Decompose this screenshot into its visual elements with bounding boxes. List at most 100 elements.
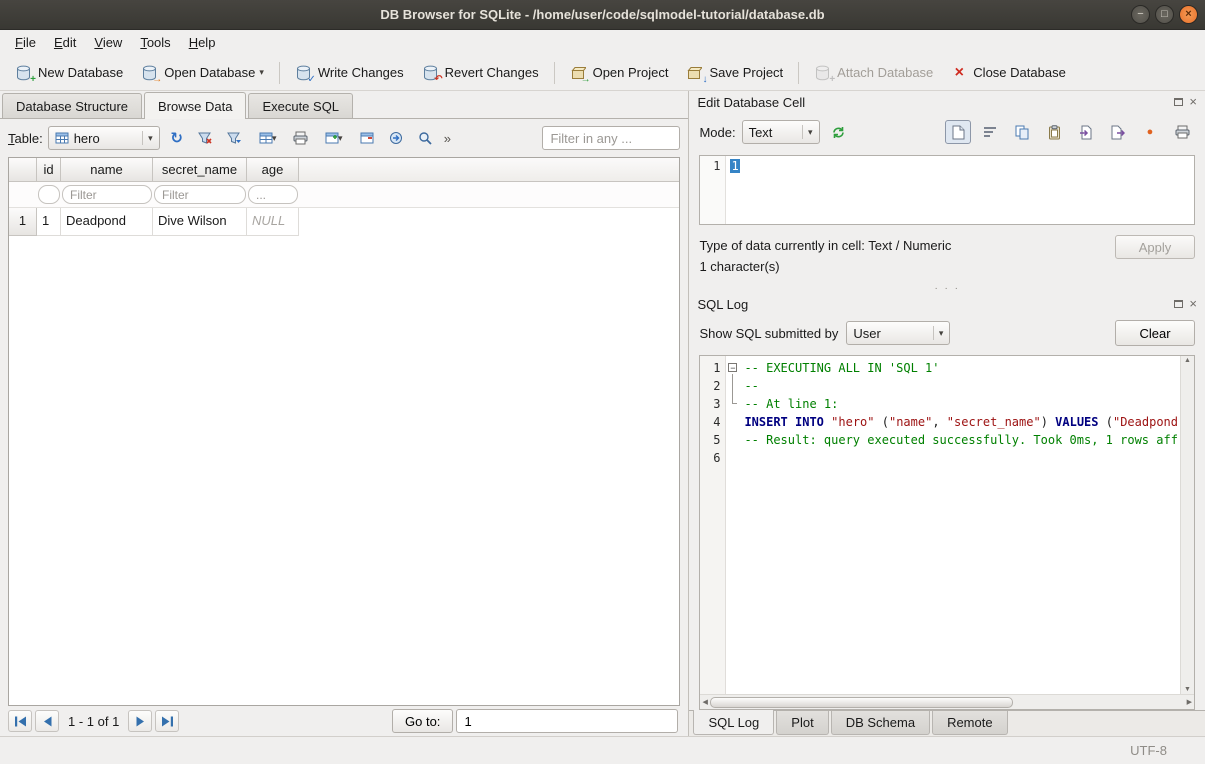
export-icon[interactable] [1105,120,1131,144]
print-cell-icon[interactable] [1169,120,1195,144]
sql-log-view[interactable]: 1 2 3 4 5 6 − -- EXECUTING ALL IN 'SQL [699,355,1195,710]
submitter-select-value: User [853,326,880,341]
dock-tab-plot[interactable]: Plot [776,711,828,735]
dock-tab-sql-log[interactable]: SQL Log [693,710,774,735]
close-panel-icon[interactable]: × [1189,96,1197,108]
next-record-button[interactable] [128,710,152,732]
goto-record-icon[interactable] [384,126,408,150]
delete-record-icon[interactable] [355,126,379,150]
menu-edit[interactable]: Edit [45,32,85,53]
goto-button[interactable]: Go to: [392,709,453,733]
cell-name[interactable]: Deadpond [61,208,153,236]
open-database-dropdown-icon[interactable]: ▾ [259,67,264,78]
dock-tab-db-schema[interactable]: DB Schema [831,711,930,735]
save-table-icon[interactable]: ▾ [252,126,284,150]
attach-database-icon: + [814,65,831,81]
filter-secret-name-input[interactable] [154,185,246,204]
cell-editor[interactable]: 1 1 [699,155,1195,225]
toolbar-overflow-icon[interactable]: » [442,131,453,146]
filter-id-input[interactable] [38,185,60,204]
clear-log-button[interactable]: Clear [1115,320,1195,346]
save-project-button[interactable]: ↓ Save Project [677,60,792,86]
apply-button[interactable]: Apply [1115,235,1195,259]
clear-filters-icon[interactable] [194,126,218,150]
open-project-button[interactable]: → Open Project [561,60,678,86]
word-wrap-icon[interactable] [977,120,1003,144]
menu-file[interactable]: File [6,32,45,53]
import-icon[interactable] [1073,120,1099,144]
maximize-icon[interactable]: □ [1155,5,1174,24]
cell-editor-line-number: 1 [700,156,726,224]
menu-help[interactable]: Help [180,32,225,53]
float-panel-icon[interactable] [1174,98,1183,106]
new-database-button[interactable]: + New Database [6,60,132,86]
refresh-icon[interactable]: ↻ [165,126,189,150]
attach-database-button: + Attach Database [805,60,942,86]
set-null-icon[interactable]: ● [1137,120,1163,144]
dock-tab-remote[interactable]: Remote [932,711,1008,735]
filter-any-column-input[interactable] [542,126,680,150]
text-view-icon[interactable] [945,120,971,144]
paste-icon[interactable] [1041,120,1067,144]
grid-corner[interactable] [9,158,37,182]
revert-changes-label: Revert Changes [445,65,539,80]
edit-cell-title: Edit Database Cell [697,95,805,110]
menu-view[interactable]: View [85,32,131,53]
tab-execute-sql[interactable]: Execute SQL [248,93,353,118]
column-header-id[interactable]: id [37,158,61,182]
vertical-scrollbar[interactable]: ▲ ▼ [1180,356,1194,694]
tab-database-structure[interactable]: Database Structure [2,93,142,118]
chevron-down-icon: ▾ [142,131,153,145]
dock-pane: Edit Database Cell × Mode: Text ▾ [688,91,1205,736]
last-record-button[interactable] [155,710,179,732]
write-changes-icon: ✓ [295,65,312,81]
close-database-button[interactable]: × Close Database [942,60,1075,86]
column-header-secret-name[interactable]: secret_name [153,158,247,182]
close-database-label: Close Database [973,65,1066,80]
float-panel-icon[interactable] [1174,300,1183,308]
print-icon[interactable] [289,126,313,150]
main-tabs: Database Structure Browse Data Execute S… [0,91,688,119]
column-header-name[interactable]: name [61,158,153,182]
menu-tools[interactable]: Tools [131,32,179,53]
cell-id[interactable]: 1 [37,208,61,236]
submitter-select[interactable]: User ▾ [846,321,950,345]
close-icon[interactable]: × [1179,5,1198,24]
filter-row-corner [9,182,37,207]
column-header-age[interactable]: age [247,158,299,182]
write-changes-button[interactable]: ✓ Write Changes [286,60,413,86]
goto-record-input[interactable] [456,709,678,733]
filter-name-input[interactable] [62,185,152,204]
save-filter-icon[interactable] [223,126,247,150]
tab-browse-data[interactable]: Browse Data [144,92,246,119]
open-database-label: Open Database [164,65,255,80]
revert-changes-button[interactable]: ↶ Revert Changes [413,60,548,86]
filter-age-input[interactable] [248,185,298,204]
cell-secret-name[interactable]: Dive Wilson [153,208,247,236]
row-number[interactable]: 1 [9,208,37,236]
fold-collapse-icon[interactable]: − [728,363,737,372]
cell-age[interactable]: NULL [247,208,299,236]
pagination-bar: 1 - 1 of 1 Go to: [0,706,688,736]
chevron-down-icon: ▾ [933,326,944,340]
open-database-button[interactable]: → Open Database ▾ [132,60,273,86]
insert-record-icon[interactable]: ▾ [318,126,350,150]
grid-empty-area [9,236,679,705]
find-record-icon[interactable] [413,126,437,150]
auto-switch-mode-icon[interactable] [826,120,852,144]
scrollbar-thumb[interactable] [710,697,1014,708]
dock-tabs: SQL Log Plot DB Schema Remote [689,710,1205,736]
toolbar-separator [798,62,799,84]
data-grid[interactable]: id name secret_name age 1 1 Deadpond [8,157,680,706]
previous-record-button[interactable] [35,710,59,732]
cell-editor-value[interactable]: 1 [730,159,739,173]
first-record-button[interactable] [8,710,32,732]
table-select[interactable]: hero ▾ [48,126,160,150]
horizontal-scrollbar[interactable]: ◀ ▶ [700,694,1194,709]
minimize-icon[interactable]: − [1131,5,1150,24]
close-panel-icon[interactable]: × [1189,298,1197,310]
mode-select[interactable]: Text ▾ [742,120,820,144]
copy-icon[interactable] [1009,120,1035,144]
menubar: File Edit View Tools Help [0,30,1205,55]
splitter-handle[interactable]: · · · [689,283,1205,293]
